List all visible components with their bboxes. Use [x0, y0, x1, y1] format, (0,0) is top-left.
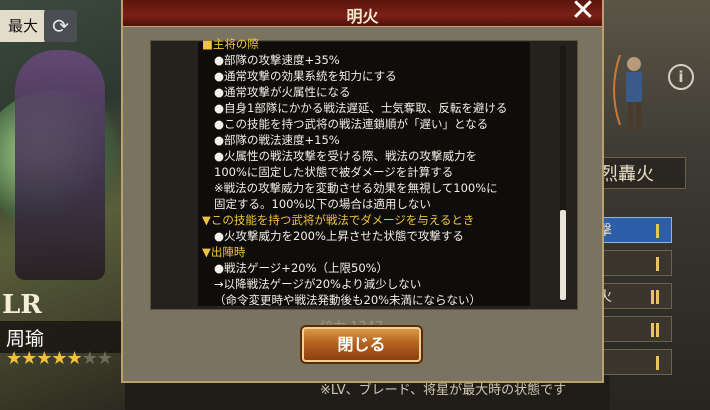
description-line: ●部隊の戦法速度+15% — [214, 133, 340, 147]
max-state-label: 最大 — [0, 10, 46, 42]
description-line: ▼この技能を持つ武将が戦法でダメージを与えるとき — [202, 213, 475, 227]
description-line: ▼出陣時 — [202, 245, 246, 259]
archer-sprite — [613, 54, 642, 130]
general-portrait — [15, 50, 105, 280]
stars-filled: ★★★★★ — [6, 348, 83, 369]
description-line: ●戦法ゲージ+20%（上限50%） — [214, 261, 389, 275]
description-line: ■主将の際 — [202, 37, 259, 51]
description-line: （命令変更時や戦法発動後も20%未満にならない） — [214, 293, 482, 306]
refresh-button[interactable]: ⟳ — [44, 10, 77, 42]
description-line: ※戦法の攻撃威力を変動させる効果を無視して100%に — [214, 181, 498, 195]
description-line: ●通常攻撃の効果系統を知力にする — [214, 69, 397, 83]
description-line: ●自身1部隊にかかる戦法遅延、士気奪取、反転を避ける — [214, 101, 508, 115]
skill-description[interactable]: ■主将の際 ●部隊の攻撃速度+35% ●通常攻撃の効果系統を知力にする ●通常攻撃が火… — [202, 36, 532, 306]
rarity-label: LR — [2, 290, 42, 320]
general-name: 周瑜 — [6, 328, 45, 350]
dialog-title: 明火 — [346, 7, 379, 26]
description-line: ●火属性の戦法攻撃を受ける際、戦法の攻撃威力を — [214, 149, 478, 163]
close-button[interactable]: 閉じる — [302, 327, 421, 362]
info-icon[interactable]: i — [668, 64, 694, 90]
close-icon[interactable]: ✕ — [568, 0, 598, 26]
scrollbar-thumb[interactable] — [560, 210, 566, 300]
description-line: ●火攻撃威力を200%上昇させた状態で攻撃する — [214, 229, 464, 243]
refresh-icon: ⟳ — [52, 14, 69, 38]
description-line: ●部隊の攻撃速度+35% — [214, 53, 340, 67]
description-line: →以降戦法ゲージが20%より減少しない — [214, 277, 422, 291]
stars-empty: ★★ — [81, 348, 113, 369]
description-line: 100%に固定した状態で被ダメージを計算する — [214, 165, 454, 179]
star-rating: ★★★★★★★ — [6, 348, 113, 369]
description-line: ●通常攻撃が火属性になる — [214, 85, 351, 99]
description-line: 固定する。100%以下の場合は適用しない — [214, 197, 431, 211]
description-line: ●この技能を持つ武将の戦法連鎖順が「遅い」となる — [214, 117, 489, 131]
